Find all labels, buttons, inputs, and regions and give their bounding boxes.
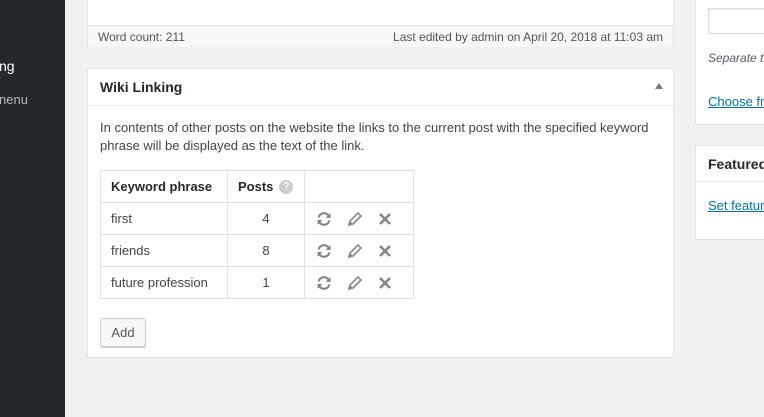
keyword-table: Keyword phrase Posts? first 4 friends 8 (100, 170, 415, 299)
delete-x-icon[interactable] (376, 242, 394, 260)
keyword-cell: first (100, 202, 228, 235)
editor-content[interactable] (88, 0, 673, 23)
table-row: first 4 (100, 202, 415, 235)
featured-image-box: Featured Set featur (695, 145, 764, 240)
edit-pencil-icon[interactable] (346, 274, 364, 292)
delete-x-icon[interactable] (376, 274, 394, 292)
featured-image-title: Featured (708, 156, 764, 172)
choose-tags-link[interactable]: Choose fr (708, 94, 764, 109)
help-icon[interactable]: ? (279, 180, 294, 195)
tags-box: Separate t Choose fr (695, 0, 764, 125)
editor-box: Word count: 211 Last edited by admin on … (87, 0, 674, 47)
posts-cell: 8 (227, 234, 305, 267)
delete-x-icon[interactable] (376, 210, 394, 228)
tag-input[interactable] (708, 8, 764, 34)
collapse-arrow-icon[interactable] (655, 83, 663, 89)
wiki-linking-header[interactable]: Wiki Linking (88, 69, 673, 106)
posts-label: Posts (238, 178, 274, 194)
actions-cell (303, 234, 415, 267)
refresh-icon[interactable] (315, 274, 333, 292)
edit-pencil-icon[interactable] (346, 210, 364, 228)
tag-hint: Separate t (708, 51, 764, 65)
editor-status-bar: Word count: 211 Last edited by admin on … (88, 25, 673, 47)
wiki-linking-description: In contents of other posts on the websit… (100, 120, 649, 153)
admin-sidebar: ng nenu (0, 0, 65, 417)
table-row: future profession 1 (100, 266, 415, 299)
actions-cell (303, 202, 415, 235)
actions-cell (303, 266, 415, 299)
column-header-posts: Posts? (227, 170, 305, 203)
edit-pencil-icon[interactable] (346, 242, 364, 260)
last-edited: Last edited by admin on April 20, 2018 a… (393, 30, 663, 44)
keyword-cell: future profession (100, 266, 228, 299)
posts-cell: 4 (227, 202, 305, 235)
column-header-keyword: Keyword phrase (100, 170, 228, 203)
add-keyword-button[interactable]: Add (100, 318, 146, 347)
column-header-actions (303, 170, 415, 203)
wiki-linking-box: Wiki Linking In contents of other posts … (87, 68, 674, 358)
posts-cell: 1 (227, 266, 305, 299)
refresh-icon[interactable] (315, 210, 333, 228)
table-row: friends 8 (100, 234, 415, 267)
refresh-icon[interactable] (315, 242, 333, 260)
set-featured-image-link[interactable]: Set featur (708, 198, 764, 213)
sidebar-item-active[interactable]: ng (0, 58, 15, 74)
word-count: Word count: 211 (98, 30, 185, 44)
keyword-cell: friends (100, 234, 228, 267)
wiki-linking-title: Wiki Linking (100, 79, 183, 95)
featured-image-header[interactable]: Featured (696, 146, 764, 182)
sidebar-item-menu[interactable]: nenu (0, 92, 28, 107)
